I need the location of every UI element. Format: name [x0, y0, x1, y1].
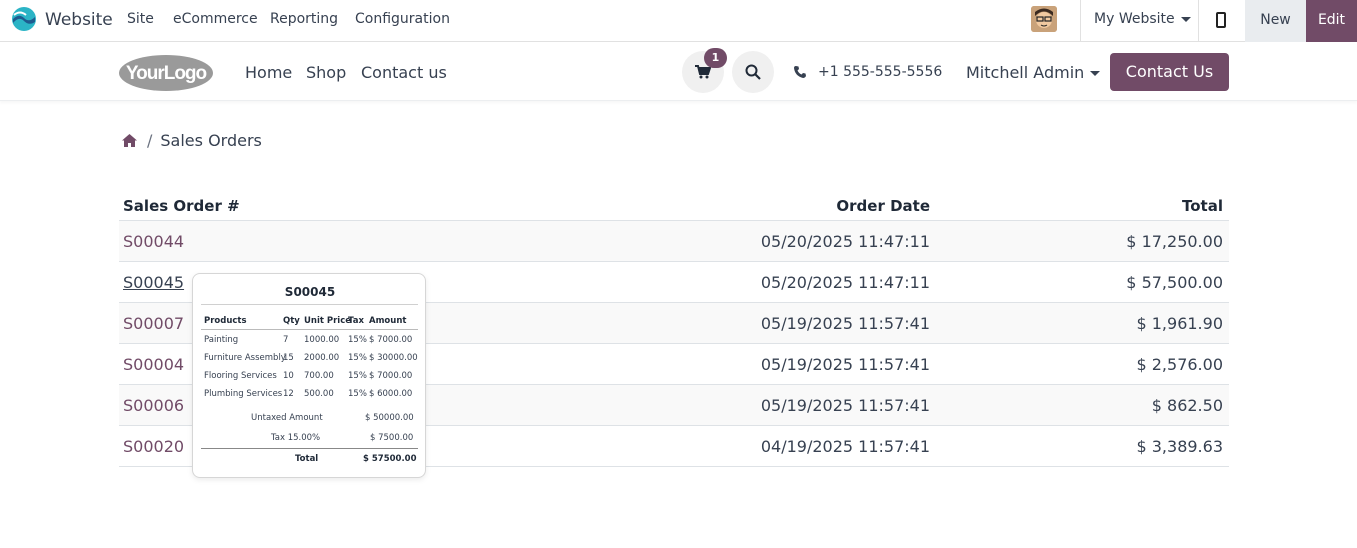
avatar-icon [1031, 6, 1057, 32]
app-name[interactable]: Website [45, 10, 113, 30]
site-header: YourLogo Home Shop Contact us 1 +1 555-5… [0, 43, 1357, 101]
breadcrumb-current: Sales Orders [160, 131, 262, 150]
divider [1198, 0, 1199, 42]
mobile-preview-icon[interactable] [1216, 12, 1226, 28]
nav-shop[interactable]: Shop [306, 63, 346, 82]
website-selector-label: My Website [1094, 11, 1175, 27]
line-product: Painting [204, 335, 239, 345]
order-date: 04/19/2025 11:57:41 [760, 437, 930, 456]
order-date: 05/19/2025 11:57:41 [760, 396, 930, 415]
divider [201, 448, 418, 449]
line-qty: 10 [283, 371, 294, 381]
table-row[interactable]: S00044 05/20/2025 11:47:11 $ 17,250.00 [119, 221, 1229, 262]
line-qty: 12 [283, 389, 294, 399]
home-icon[interactable] [122, 134, 137, 147]
order-total: $ 3,389.63 [1136, 437, 1223, 456]
order-link[interactable]: S00020 [123, 437, 184, 456]
header-order-date: Order Date [836, 197, 930, 215]
line-price: 700.00 [304, 371, 334, 381]
line-price: 2000.00 [304, 353, 340, 363]
line-price: 1000.00 [304, 335, 340, 345]
user-menu[interactable]: Mitchell Admin [966, 63, 1101, 82]
order-link[interactable]: S00045 [123, 273, 184, 292]
order-date: 05/19/2025 11:57:41 [760, 314, 930, 333]
order-date: 05/19/2025 11:57:41 [760, 355, 930, 374]
tax-value: $ 7500.00 [370, 433, 414, 443]
edit-button[interactable]: Edit [1306, 0, 1357, 42]
divider [1080, 0, 1081, 42]
website-selector[interactable]: My Website [1094, 11, 1191, 27]
line-product: Plumbing Services [204, 389, 283, 399]
line-product: Furniture Assembly [204, 353, 286, 363]
col-unit-price: Unit Price [304, 316, 352, 326]
col-products: Products [204, 316, 247, 326]
menu-ecommerce[interactable]: eCommerce [173, 11, 258, 27]
line-qty: 15 [283, 353, 294, 363]
user-name: Mitchell Admin [966, 63, 1085, 82]
order-link[interactable]: S00004 [123, 355, 184, 374]
popover-title: S00045 [284, 285, 336, 299]
line-amount: $ 6000.00 [369, 389, 413, 399]
nav-home[interactable]: Home [245, 63, 292, 82]
phone-icon [794, 66, 806, 78]
line-tax: 15% [348, 335, 367, 345]
order-total: $ 2,576.00 [1136, 355, 1223, 374]
col-tax: Tax [348, 316, 364, 326]
untaxed-label: Untaxed Amount [251, 413, 323, 423]
order-preview-popover: S00045 Products Qty Unit Price Tax Amoun… [192, 273, 426, 478]
chevron-down-icon [1180, 16, 1191, 22]
total-label: Total [295, 454, 319, 464]
order-total: $ 1,961.90 [1136, 314, 1223, 333]
order-date: 05/20/2025 11:47:11 [760, 232, 930, 251]
order-link[interactable]: S00006 [123, 396, 184, 415]
breadcrumb: / Sales Orders [122, 131, 262, 150]
menu-site[interactable]: Site [127, 11, 154, 27]
new-button[interactable]: New [1245, 0, 1306, 42]
chevron-down-icon [1090, 71, 1101, 76]
untaxed-value: $ 50000.00 [365, 413, 414, 423]
contact-us-button[interactable]: Contact Us [1110, 53, 1229, 91]
col-qty: Qty [283, 316, 300, 326]
order-date: 05/20/2025 11:47:11 [760, 273, 930, 292]
table-header: Sales Order # Order Date Total [119, 186, 1229, 221]
header-order-number: Sales Order # [123, 197, 240, 215]
line-tax: 15% [348, 371, 367, 381]
order-link[interactable]: S00007 [123, 314, 184, 333]
admin-bar: Website Site eCommerce Reporting Configu… [0, 0, 1357, 42]
line-amount: $ 7000.00 [369, 371, 413, 381]
line-price: 500.00 [304, 389, 334, 399]
total-value: $ 57500.00 [363, 454, 417, 464]
search-button[interactable] [732, 51, 774, 93]
nav-contact-us[interactable]: Contact us [361, 63, 447, 82]
line-amount: $ 7000.00 [369, 335, 413, 345]
line-tax: 15% [348, 353, 367, 363]
website-app-icon[interactable] [11, 6, 37, 32]
order-total: $ 17,250.00 [1126, 232, 1223, 251]
order-total: $ 862.50 [1151, 396, 1223, 415]
menu-reporting[interactable]: Reporting [270, 11, 338, 27]
header-total: Total [1182, 197, 1223, 215]
col-amount: Amount [369, 316, 407, 326]
your-logo[interactable]: YourLogo [118, 52, 214, 93]
menu-configuration[interactable]: Configuration [355, 11, 450, 27]
line-qty: 7 [283, 335, 289, 345]
user-avatar[interactable] [1031, 6, 1057, 32]
breadcrumb-separator: / [147, 131, 153, 150]
cart-icon [695, 65, 711, 79]
svg-text:YourLogo: YourLogo [126, 63, 207, 84]
line-product: Flooring Services [204, 371, 277, 381]
search-icon [745, 64, 761, 80]
divider [201, 329, 418, 330]
order-total: $ 57,500.00 [1126, 273, 1223, 292]
line-amount: $ 30000.00 [369, 353, 418, 363]
line-tax: 15% [348, 389, 367, 399]
divider [201, 304, 418, 305]
phone-number[interactable]: +1 555-555-5556 [818, 64, 942, 80]
order-link[interactable]: S00044 [123, 232, 184, 251]
tax-label: Tax 15.00% [271, 433, 321, 443]
cart-count-badge: 1 [704, 48, 727, 68]
